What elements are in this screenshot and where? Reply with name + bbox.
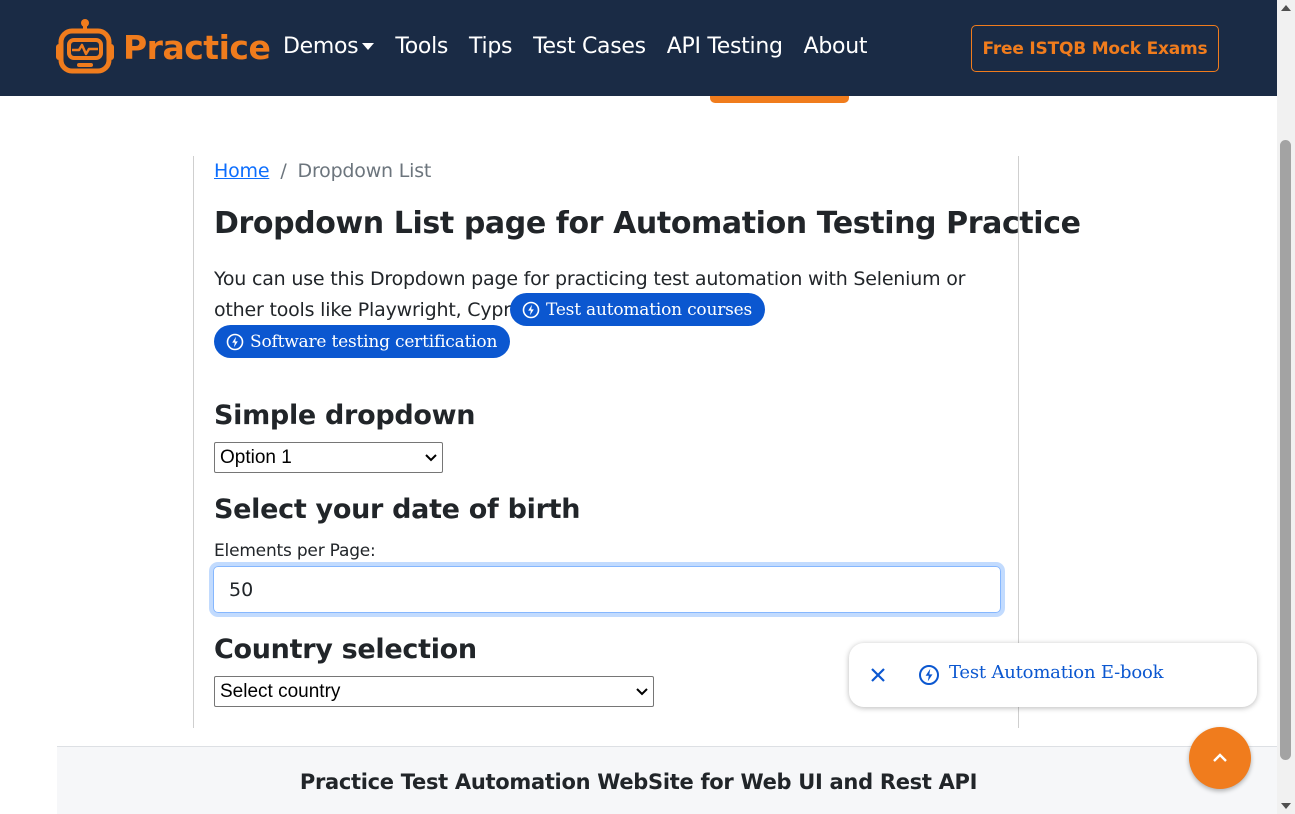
brand-logo-link[interactable]: Practice: [55, 18, 271, 76]
istqb-mock-exams-button[interactable]: Free ISTQB Mock Exams: [971, 25, 1219, 72]
breadcrumb-current: Dropdown List: [297, 160, 432, 182]
elements-per-page-input[interactable]: 50: [213, 566, 1001, 613]
breadcrumb-separator: /: [280, 160, 287, 182]
bolt-circle-icon: [919, 665, 939, 685]
close-icon[interactable]: [868, 665, 888, 685]
top-navbar: Practice Demos Tools Tips Test Cases API…: [0, 0, 1277, 96]
ebook-popup: Test Automation E-book: [849, 643, 1257, 707]
software-testing-certification-link[interactable]: Software testing certification: [214, 325, 511, 358]
breadcrumb-home-link[interactable]: Home: [214, 160, 270, 182]
pill-certification-label: Software testing certification: [250, 331, 498, 352]
chevron-down-icon: [425, 453, 437, 461]
page-viewport: Practice Demos Tools Tips Test Cases API…: [0, 0, 1277, 814]
chevron-down-icon: [636, 687, 648, 695]
main-nav: Demos Tools Tips Test Cases API Testing …: [283, 34, 888, 59]
country-select-value: Select country: [220, 680, 341, 702]
ebook-link[interactable]: Test Automation E-book: [949, 662, 1164, 683]
nav-about[interactable]: About: [804, 34, 868, 59]
simple-dropdown-select[interactable]: Option 1: [214, 442, 443, 473]
country-selection-heading: Country selection: [214, 634, 477, 665]
elements-per-page-label: Elements per Page:: [214, 541, 376, 561]
pill-courses-label: Test automation courses: [546, 299, 753, 320]
chevron-up-icon: [1213, 753, 1227, 762]
nav-tips[interactable]: Tips: [469, 34, 512, 59]
breadcrumb: Home / Dropdown List: [214, 160, 431, 182]
nav-tools[interactable]: Tools: [395, 34, 448, 59]
caret-down-icon: [362, 43, 375, 50]
bolt-circle-icon: [226, 333, 244, 350]
robot-logo-icon: [56, 19, 114, 74]
vertical-scrollbar[interactable]: [1277, 0, 1295, 814]
brand-name: Practice: [123, 27, 271, 67]
elements-per-page-value: 50: [229, 578, 254, 601]
nav-demos-dropdown[interactable]: Demos: [283, 34, 375, 59]
dob-heading: Select your date of birth: [214, 494, 581, 525]
footer-text: Practice Test Automation WebSite for Web…: [299, 770, 978, 794]
simple-dropdown-heading: Simple dropdown: [214, 400, 476, 431]
test-automation-courses-link[interactable]: Test automation courses: [510, 293, 766, 326]
bolt-circle-icon: [522, 301, 540, 318]
page-title: Dropdown List page for Automation Testin…: [214, 206, 1081, 241]
nav-demos-label: Demos: [283, 34, 359, 59]
scroll-to-top-button[interactable]: [1189, 727, 1251, 789]
nav-api-testing[interactable]: API Testing: [667, 34, 783, 59]
simple-dropdown-value: Option 1: [220, 446, 292, 468]
nav-test-cases[interactable]: Test Cases: [533, 34, 646, 59]
scroll-up-arrow-icon[interactable]: [1281, 5, 1291, 11]
scrollbar-thumb[interactable]: [1280, 140, 1291, 760]
scroll-down-arrow-icon[interactable]: [1281, 803, 1291, 809]
country-select[interactable]: Select country: [214, 676, 654, 707]
orange-tab-decoration: [710, 96, 849, 103]
footer: Practice Test Automation WebSite for Web…: [57, 746, 1277, 814]
